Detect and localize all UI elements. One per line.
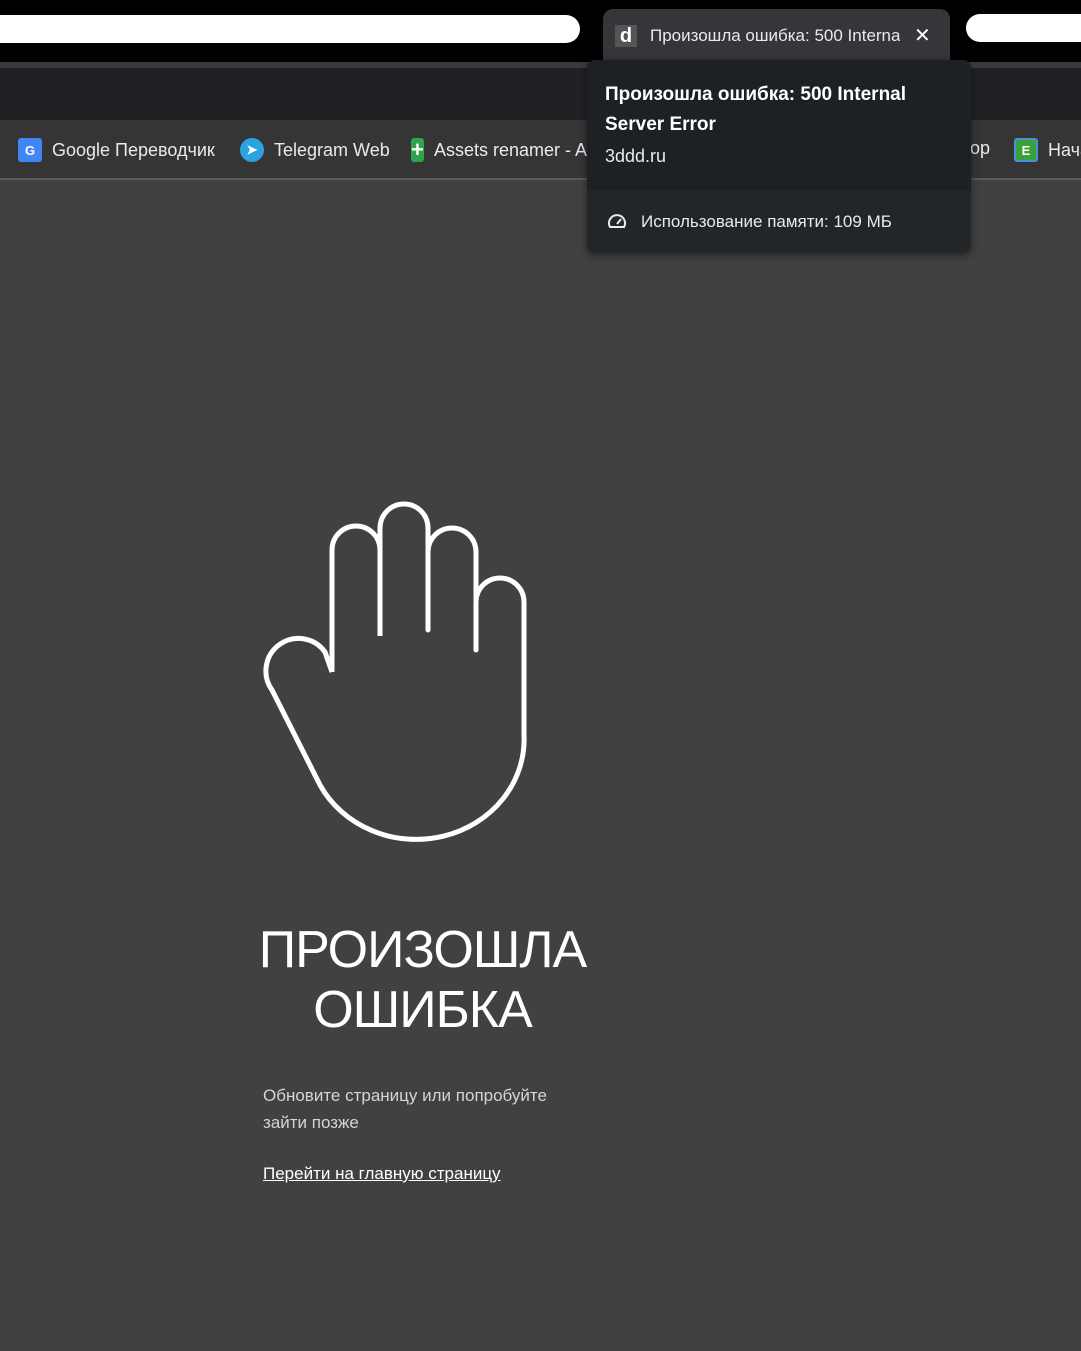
error-message: Обновите страницу или попробуйте зайти п… [263,1086,547,1132]
home-page-link[interactable]: Перейти на главную страницу [263,1164,501,1184]
error-heading: ПРОИЗОШЛА ОШИБКА [258,921,587,1039]
hand-stop-icon [263,501,527,842]
